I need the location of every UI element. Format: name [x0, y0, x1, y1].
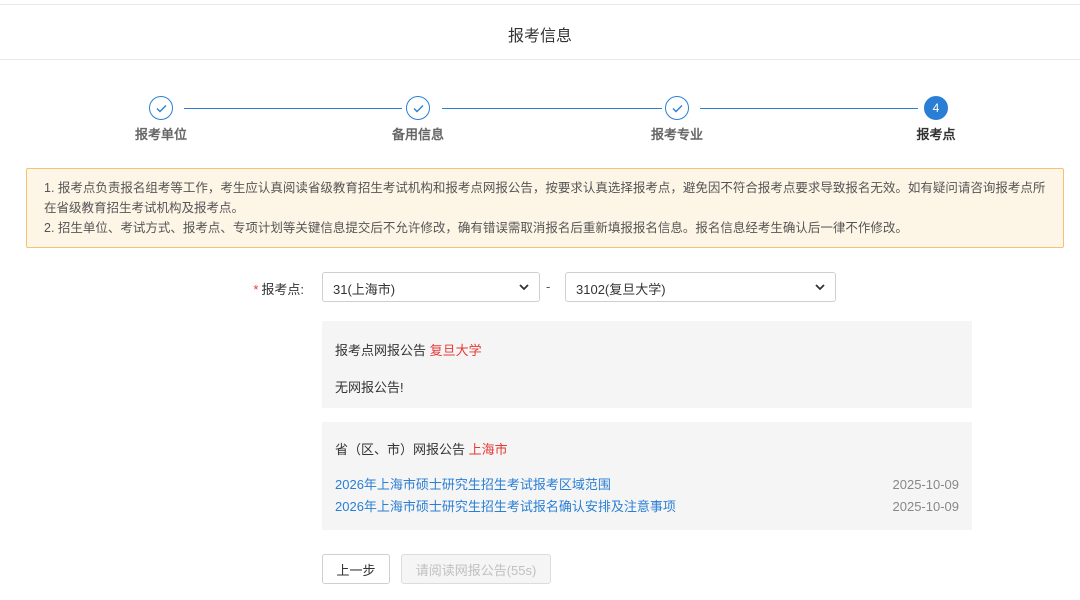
site-notice-title-text: 报考点网报公告 — [335, 343, 427, 358]
exam-site-label-text: 报考点: — [261, 282, 304, 297]
step-number: 4 — [924, 96, 948, 120]
check-icon — [665, 96, 689, 120]
required-mark: * — [253, 282, 259, 297]
site-select-value: 3102(复旦大学) — [576, 282, 666, 297]
progress-steps: 报考单位 备用信息 报考专业 4 报考点 — [0, 96, 1080, 146]
site-notice-title: 报考点网报公告 复旦大学 — [335, 340, 959, 359]
check-icon — [149, 96, 173, 120]
step-label: 报考点 — [916, 127, 956, 142]
site-notice-highlight: 复旦大学 — [429, 343, 482, 358]
chevron-down-icon — [815, 284, 825, 291]
exam-site-label: * 报考点: — [240, 279, 304, 298]
list-item: 2026年上海市硕士研究生招生考试报考区域范围 2025-10-09 — [335, 474, 959, 496]
step-label: 报考单位 — [134, 127, 187, 142]
prev-button[interactable]: 上一步 — [322, 554, 390, 584]
step-3: 报考专业 — [637, 96, 717, 143]
province-notice-title: 省（区、市）网报公告 上海市 — [335, 439, 959, 458]
notice-line-1: 1. 报考点负责报名组考等工作，考生应认真阅读省级教育招生考试机构和报考点网报公… — [44, 181, 1046, 215]
step-connector — [442, 108, 662, 109]
list-item: 2026年上海市硕士研究生招生考试报名确认安排及注意事项 2025-10-09 — [335, 496, 959, 518]
step-connector — [700, 108, 918, 109]
province-select-value: 31(上海市) — [333, 282, 396, 297]
page-title: 报考信息 — [507, 28, 572, 45]
site-notice-panel: 报考点网报公告 复旦大学 无网报公告! — [322, 321, 972, 408]
province-select[interactable]: 31(上海市) — [322, 272, 540, 302]
step-2: 备用信息 — [378, 96, 458, 143]
notice-link[interactable]: 2026年上海市硕士研究生招生考试报名确认安排及注意事项 — [335, 496, 676, 518]
notice-line-2: 2. 招生单位、考试方式、报考点、专项计划等关键信息提交后不允许修改，确有错误需… — [44, 221, 908, 235]
step-label: 备用信息 — [391, 127, 444, 142]
site-notice-empty: 无网报公告! — [335, 380, 404, 395]
page-header: 报考信息 — [0, 4, 1080, 60]
read-notice-button[interactable]: 请阅读网报公告(55s) — [401, 554, 551, 584]
step-4: 4 报考点 — [896, 96, 976, 143]
step-label: 报考专业 — [650, 127, 703, 142]
check-icon — [406, 96, 430, 120]
site-select[interactable]: 3102(复旦大学) — [565, 272, 836, 302]
step-1: 报考单位 — [121, 96, 201, 143]
exam-site-row: * 报考点: 31(上海市) - 3102(复旦大学) — [0, 272, 1080, 302]
notice-link[interactable]: 2026年上海市硕士研究生招生考试报考区域范围 — [335, 474, 611, 496]
chevron-down-icon — [519, 284, 529, 291]
province-notice-panel: 省（区、市）网报公告 上海市 2026年上海市硕士研究生招生考试报考区域范围 2… — [322, 422, 972, 530]
province-notice-list: 2026年上海市硕士研究生招生考试报考区域范围 2025-10-09 2026年… — [335, 474, 959, 518]
notice-box: 1. 报考点负责报名组考等工作，考生应认真阅读省级教育招生考试机构和报考点网报公… — [26, 168, 1064, 248]
step-connector — [184, 108, 402, 109]
notice-date: 2025-10-09 — [892, 499, 960, 514]
select-separator: - — [546, 279, 551, 294]
notice-date: 2025-10-09 — [892, 477, 960, 492]
province-notice-title-text: 省（区、市）网报公告 — [335, 442, 466, 457]
province-notice-highlight: 上海市 — [468, 442, 508, 457]
